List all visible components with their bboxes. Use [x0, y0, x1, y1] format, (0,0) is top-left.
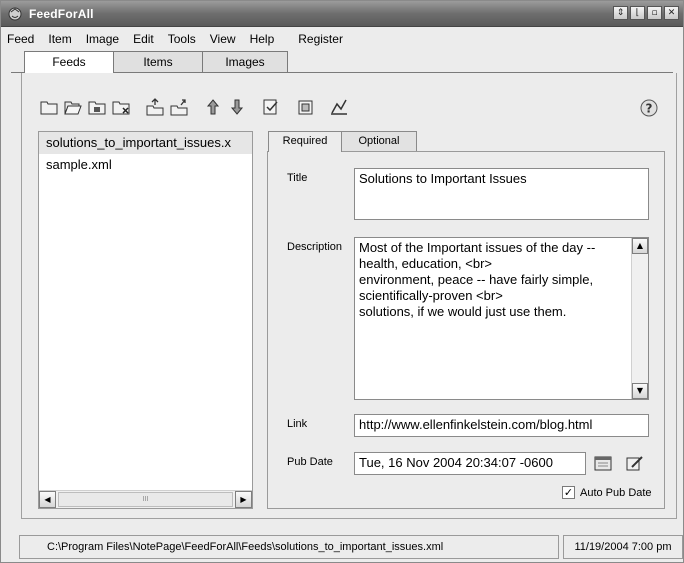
main-tabs: Feeds Items Images — [24, 51, 288, 73]
title-field[interactable]: Solutions to Important Issues — [354, 168, 649, 220]
description-label: Description — [287, 241, 343, 253]
close-button[interactable]: ✕ — [664, 6, 679, 20]
window-title: FeedForAll — [29, 6, 94, 21]
description-line: Most of the Important issues of the day … — [359, 240, 596, 255]
spell-check-icon[interactable] — [328, 96, 350, 118]
scroll-left-icon[interactable]: ◀ — [39, 491, 56, 508]
list-item[interactable]: solutions_to_important_issues.x — [39, 132, 252, 154]
description-line: scientifically-proven <br> — [359, 288, 503, 303]
move-down-icon[interactable] — [226, 96, 248, 118]
maximize-button[interactable]: ▫ — [647, 6, 662, 20]
toolbar — [38, 93, 352, 121]
move-up-icon[interactable] — [202, 96, 224, 118]
menu-feed[interactable]: Feed — [1, 32, 41, 46]
save-feed-icon[interactable] — [86, 96, 108, 118]
new-feed-icon[interactable] — [38, 96, 60, 118]
scroll-down-icon[interactable]: ▼ — [632, 383, 648, 399]
menu-help[interactable]: Help — [243, 32, 282, 46]
title-label: Title — [287, 172, 308, 184]
tab-images[interactable]: Images — [202, 51, 288, 72]
scroll-thumb[interactable]: III — [58, 492, 233, 507]
tab-required[interactable]: Required — [268, 131, 342, 152]
menu-image[interactable]: Image — [79, 32, 126, 46]
link-label: Link — [287, 418, 308, 430]
validate-icon[interactable] — [260, 96, 282, 118]
scroll-track[interactable]: III — [56, 491, 235, 508]
publish-icon[interactable] — [144, 96, 166, 118]
window-controls: ⇕ ⌊ ▫ ✕ — [613, 6, 679, 20]
pubdate-label: Pub Date — [287, 456, 333, 468]
pubdate-field[interactable]: Tue, 16 Nov 2004 20:34:07 -0600 — [354, 452, 586, 475]
minimize-button[interactable]: ⌊ — [630, 6, 645, 20]
auto-pub-date-checkbox[interactable]: ✓ — [562, 486, 575, 499]
publish-all-icon[interactable] — [168, 96, 190, 118]
status-file-path: C:\Program Files\NotePage\FeedForAll\Fee… — [19, 535, 559, 559]
auto-pub-date-option[interactable]: ✓ Auto Pub Date — [562, 486, 652, 499]
menu-edit[interactable]: Edit — [126, 32, 161, 46]
menu-item[interactable]: Item — [41, 32, 78, 46]
link-field[interactable]: http://www.ellenfinkelstein.com/blog.htm… — [354, 414, 649, 437]
vertical-scrollbar[interactable]: ▲ ▼ — [631, 238, 648, 399]
description-line: solutions, if we would just use them. — [359, 304, 567, 319]
description-line: environment, peace -- have fairly simple… — [359, 272, 594, 287]
calendar-icon[interactable] — [593, 453, 613, 473]
app-window: FeedForAll ⇕ ⌊ ▫ ✕ Feed Item Image Edit … — [0, 0, 684, 563]
title-bar: FeedForAll ⇕ ⌊ ▫ ✕ — [1, 1, 683, 27]
auto-pub-date-label: Auto Pub Date — [580, 486, 652, 499]
restore-size-button[interactable]: ⇕ — [613, 6, 628, 20]
feedforall-app-icon — [7, 6, 23, 22]
menu-view[interactable]: View — [203, 32, 243, 46]
horizontal-scrollbar[interactable]: ◀ III ▶ — [39, 490, 252, 508]
list-item[interactable]: sample.xml — [39, 154, 252, 176]
detail-tabs: Required Optional — [268, 131, 417, 152]
menu-bar: Feed Item Image Edit Tools View Help Reg… — [1, 28, 683, 50]
feed-file-list: solutions_to_important_issues.x sample.x… — [38, 131, 253, 509]
menu-register[interactable]: Register — [291, 32, 350, 46]
scroll-up-icon[interactable]: ▲ — [632, 238, 648, 254]
open-feed-icon[interactable] — [62, 96, 84, 118]
scroll-right-icon[interactable]: ▶ — [235, 491, 252, 508]
status-timestamp: 11/19/2004 7:00 pm — [563, 535, 683, 559]
tab-items[interactable]: Items — [113, 51, 203, 72]
menu-tools[interactable]: Tools — [161, 32, 203, 46]
tab-feeds[interactable]: Feeds — [24, 51, 114, 73]
description-field[interactable]: Most of the Important issues of the day … — [354, 237, 649, 400]
svg-text:?: ? — [646, 102, 653, 116]
description-line: health, education, <br> — [359, 256, 492, 271]
help-icon[interactable]: ? — [638, 97, 660, 119]
close-feed-icon[interactable] — [110, 96, 132, 118]
tab-optional[interactable]: Optional — [341, 131, 417, 151]
status-bar: C:\Program Files\NotePage\FeedForAll\Fee… — [19, 535, 683, 559]
edit-date-icon[interactable] — [625, 453, 645, 473]
preview-icon[interactable] — [294, 96, 316, 118]
